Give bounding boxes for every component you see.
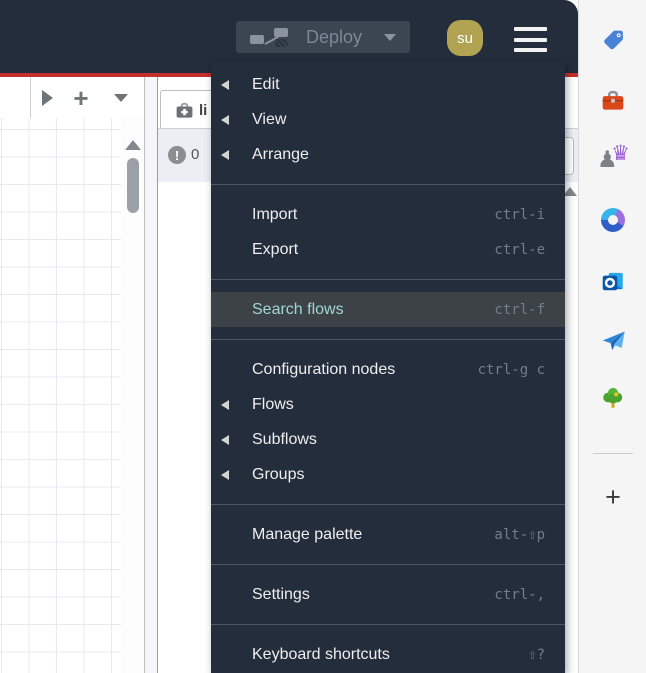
menu-item-configuration-nodes[interactable]: Configuration nodes ctrl-g c xyxy=(211,352,565,387)
scroll-tabs-right-button[interactable] xyxy=(31,77,63,118)
chevron-down-icon xyxy=(114,93,128,102)
paper-plane-icon[interactable] xyxy=(599,326,627,354)
outlook-icon[interactable] xyxy=(599,267,627,295)
shortcut-hint: ⇧? xyxy=(528,646,545,663)
microsoft-loop-icon[interactable] xyxy=(599,206,627,234)
shortcut-hint: ctrl-e xyxy=(494,241,545,258)
menu-item-export[interactable]: Export ctrl-e xyxy=(211,232,565,267)
submenu-left-arrow-icon xyxy=(221,79,229,90)
menu-separator xyxy=(211,279,565,280)
shortcut-hint: ctrl-, xyxy=(494,586,545,603)
tag-icon[interactable] xyxy=(599,26,627,54)
panel-scroll-up-arrow-icon[interactable] xyxy=(563,187,577,196)
menu-item-keyboard-shortcuts[interactable]: Keyboard shortcuts ⇧? xyxy=(211,637,565,672)
hamburger-bar xyxy=(514,37,547,42)
warning-count: 0 xyxy=(191,146,200,163)
submenu-left-arrow-icon xyxy=(221,399,229,410)
hamburger-bar xyxy=(514,27,547,31)
shortcut-hint: ctrl-f xyxy=(494,301,545,318)
plus-icon: + xyxy=(605,481,621,512)
menu-item-flows[interactable]: Flows xyxy=(211,387,565,422)
menu-separator xyxy=(211,564,565,565)
scroll-up-arrow-icon[interactable] xyxy=(124,140,141,150)
main-menu-button[interactable] xyxy=(514,27,547,52)
deploy-caret-icon[interactable] xyxy=(384,33,397,41)
menu-item-search-flows[interactable]: Search flows ctrl-f xyxy=(211,292,565,327)
play-arrow-icon xyxy=(41,89,53,106)
submenu-left-arrow-icon xyxy=(221,469,229,480)
menu-separator xyxy=(211,504,565,505)
menu-item-settings[interactable]: Settings ctrl-, xyxy=(211,577,565,612)
sidebar-tab-label: li xyxy=(199,101,208,119)
shortcut-hint: ctrl-i xyxy=(494,206,545,223)
submenu-left-arrow-icon xyxy=(221,149,229,160)
shortcut-hint: ctrl-g c xyxy=(477,361,545,378)
flow-list-dropdown-button[interactable] xyxy=(103,77,139,118)
browser-sidebar: ♟ ♛ + xyxy=(578,0,646,673)
menu-item-manage-palette[interactable]: Manage palette alt-⇧p xyxy=(211,517,565,552)
submenu-left-arrow-icon xyxy=(221,114,229,125)
deploy-button[interactable]: Deploy xyxy=(236,21,410,53)
toolbox-icon[interactable] xyxy=(599,87,627,115)
sidebar-divider xyxy=(593,453,633,454)
warning-circle-icon: ! xyxy=(168,146,186,164)
menu-separator xyxy=(211,624,565,625)
menu-separator xyxy=(211,184,565,185)
menu-item-groups[interactable]: Groups xyxy=(211,457,565,492)
shortcut-hint: alt-⇧p xyxy=(494,526,545,543)
chess-pieces-icon[interactable]: ♟ ♛ xyxy=(597,142,630,174)
node-red-app: Deploy su + li ! 0 Edit View Arrange Imp… xyxy=(0,0,578,673)
plus-icon: + xyxy=(73,82,89,113)
menu-item-arrange[interactable]: Arrange xyxy=(211,137,565,172)
deploy-button-label: Deploy xyxy=(306,26,363,47)
deploy-nodes-icon xyxy=(250,27,294,47)
workspace-scrollbar[interactable] xyxy=(121,118,144,673)
add-sidebar-item-button[interactable]: + xyxy=(599,483,627,511)
scrollbar-thumb[interactable] xyxy=(126,158,139,213)
flow-tab-bar: + xyxy=(0,77,144,119)
menu-item-subflows[interactable]: Subflows xyxy=(211,422,565,457)
menu-item-view[interactable]: View xyxy=(211,102,565,137)
flow-canvas-grid[interactable] xyxy=(0,118,121,673)
menu-item-edit[interactable]: Edit xyxy=(211,67,565,102)
flow-workspace: + xyxy=(0,77,145,673)
menu-item-import[interactable]: Import ctrl-i xyxy=(211,197,565,232)
main-dropdown-menu: Edit View Arrange Import ctrl-i Export c… xyxy=(211,62,565,673)
user-avatar[interactable]: su xyxy=(447,20,483,56)
first-aid-kit-icon xyxy=(176,102,193,118)
menu-list: Edit View Arrange Import ctrl-i Export c… xyxy=(211,62,565,672)
panel-splitter[interactable] xyxy=(145,77,158,673)
add-flow-button[interactable]: + xyxy=(63,77,99,118)
menu-separator xyxy=(211,339,565,340)
chess-queen-glyph: ♛ xyxy=(611,142,630,165)
tree-icon[interactable] xyxy=(599,384,627,412)
submenu-left-arrow-icon xyxy=(221,434,229,445)
hamburger-bar xyxy=(514,48,547,52)
